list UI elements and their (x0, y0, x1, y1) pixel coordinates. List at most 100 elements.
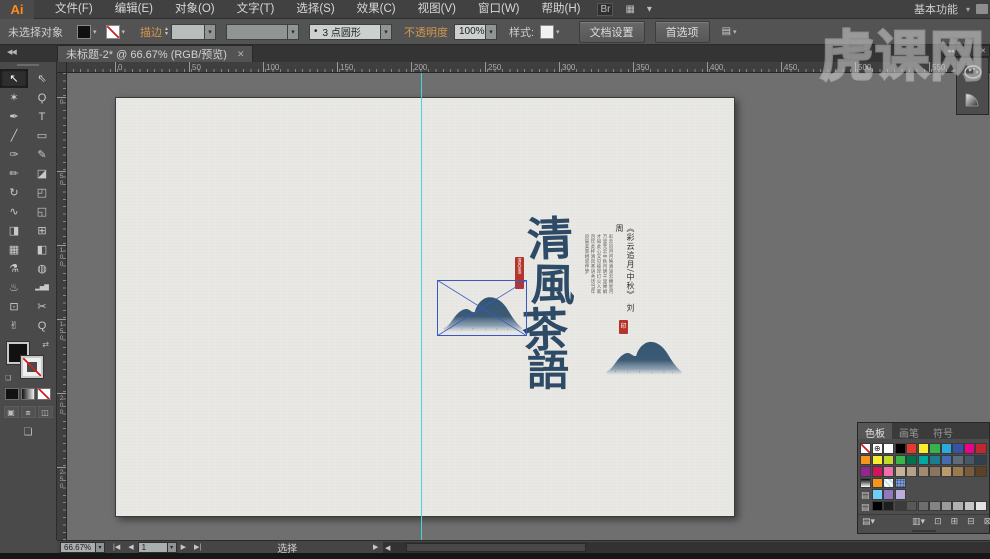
scroll-left-icon[interactable]: ◀ (385, 544, 390, 552)
fill-caret-icon[interactable]: ▾ (93, 28, 97, 36)
swatch-5-4[interactable] (906, 500, 918, 511)
stroke-color-swatch[interactable] (105, 24, 120, 39)
rectangle-tool[interactable]: ▭ (28, 126, 56, 145)
swatch-1-2[interactable] (883, 454, 895, 465)
screen-mode-button[interactable]: ❏ (18, 426, 38, 439)
menu-item-3[interactable]: 文字(T) (226, 0, 286, 19)
paintbrush-tool[interactable]: ✑ (0, 145, 28, 164)
author-seal-stamp[interactable]: 印 (619, 320, 628, 334)
swatch-kinds-icon[interactable]: ▥▾ (912, 516, 925, 527)
swatch-1-10[interactable] (975, 454, 987, 465)
opacity-input[interactable]: 100% (453, 23, 486, 40)
swatch-2-8[interactable] (952, 466, 964, 477)
prev-artboard-icon[interactable]: ◀ (128, 543, 133, 551)
swatch-0-3[interactable] (894, 443, 906, 454)
zoom-caret-icon[interactable]: ▾ (96, 541, 105, 553)
horizontal-scrollbar[interactable]: ◀ (383, 542, 990, 553)
menu-item-7[interactable]: 窗口(W) (467, 0, 531, 19)
fill-color-swatch[interactable] (77, 24, 91, 39)
arrange-caret-icon[interactable]: ▾ (647, 4, 652, 15)
gradient-tool[interactable]: ◧ (28, 240, 56, 259)
gradient-button[interactable] (21, 388, 35, 400)
toolbar-collapse-icon[interactable]: ◀◀ (7, 48, 17, 56)
drawing-mode-0[interactable]: ▣ (3, 406, 19, 418)
swatch-2-9[interactable] (963, 466, 976, 477)
free-transform-tool[interactable]: ◱ (28, 202, 56, 221)
swatch-2-4[interactable] (906, 466, 918, 477)
close-icon[interactable]: ✕ (237, 49, 245, 60)
rotate-tool[interactable]: ↻ (0, 183, 28, 202)
color-button[interactable] (5, 388, 19, 400)
swatch-2-7[interactable] (940, 466, 953, 477)
gradient-panel-icon[interactable] (960, 88, 986, 112)
shape-builder-tool[interactable]: ◨ (0, 221, 28, 240)
swatch-0-4[interactable] (906, 443, 918, 454)
column-graph-tool[interactable]: ▂▅▇ (28, 278, 56, 297)
swatch-1-4[interactable] (906, 454, 918, 465)
panel-grip[interactable] (17, 64, 39, 66)
stroke-width-caret-icon[interactable]: ▾ (204, 23, 216, 40)
document-tab[interactable]: 未标题-2* @ 66.67% (RGB/预览) ✕ (57, 45, 254, 62)
swatch-0-7[interactable] (940, 443, 953, 454)
opacity-link[interactable]: 不透明度 (404, 24, 448, 40)
opacity-caret-icon[interactable]: ▾ (485, 23, 497, 40)
swatch-5-6[interactable] (929, 500, 941, 511)
default-fill-stroke-icon[interactable]: ❏ (5, 374, 11, 382)
panel-tab-符号[interactable]: 符号 (926, 423, 960, 440)
swatch-1-1[interactable] (871, 454, 883, 465)
slice-tool[interactable]: ✂ (28, 297, 56, 316)
delete-swatch-icon[interactable]: ⊠ (984, 516, 990, 527)
panel-tab-画笔[interactable]: 画笔 (892, 423, 926, 440)
type-tool[interactable]: T (28, 107, 56, 126)
stroke-caret-icon[interactable]: ▾ (122, 28, 126, 36)
mesh-tool[interactable]: ▦ (0, 240, 28, 259)
eraser-tool[interactable]: ◪ (28, 164, 56, 183)
line-segment-tool[interactable]: ╱ (0, 126, 28, 145)
new-color-group-icon[interactable]: ⊞ (951, 516, 959, 527)
hand-tool[interactable]: ✌ (0, 316, 28, 335)
menu-item-1[interactable]: 编辑(E) (104, 0, 164, 19)
swatch-2-10[interactable] (975, 466, 987, 477)
swatch-4-1[interactable] (871, 489, 883, 500)
color-group-folder-icon[interactable]: ▤ (860, 501, 871, 512)
status-expand-icon[interactable]: ▶ (373, 543, 378, 551)
swatch-2-2[interactable] (883, 466, 895, 477)
menu-item-2[interactable]: 对象(O) (164, 0, 226, 19)
swatch-1-9[interactable] (963, 454, 976, 465)
swatch-2-3[interactable] (894, 466, 906, 477)
pencil-tool[interactable]: ✎ (28, 145, 56, 164)
swap-fill-stroke-icon[interactable]: ⇄ (42, 340, 49, 349)
zoom-level-value[interactable]: 66.67% (60, 541, 96, 553)
swatch-5-7[interactable] (940, 500, 953, 511)
swatch-pattern-texture[interactable] (894, 477, 906, 488)
pen-tool[interactable]: ✒ (0, 107, 28, 126)
blob-brush-tool[interactable]: ✏ (0, 164, 28, 183)
swatch-4-3[interactable] (894, 489, 906, 500)
last-artboard-icon[interactable]: ▶| (194, 543, 201, 551)
swatch-1-7[interactable] (940, 454, 953, 465)
swatch-2-0[interactable] (860, 466, 872, 477)
poem-body-text[interactable]: 彩云追月月映清波云拥星河 万里无云中秋月明千里婵娟 才知此心又见彼岸灯火人家 且饮此杯… (584, 234, 614, 300)
style-swatch[interactable] (540, 24, 555, 39)
stroke-proxy-swatch[interactable] (21, 356, 43, 378)
color-group-folder-icon[interactable]: ▤ (860, 489, 871, 500)
swatch-5-5[interactable] (917, 500, 929, 511)
swatch-0-8[interactable] (952, 443, 964, 454)
swatch-5-1[interactable] (871, 500, 883, 511)
swatch-registration[interactable]: ⊕ (871, 443, 883, 454)
profile-caret-icon[interactable]: ▾ (287, 23, 299, 40)
swatch-1-6[interactable] (929, 454, 941, 465)
swatch-0-5[interactable] (917, 443, 929, 454)
swatch-0-6[interactable] (929, 443, 941, 454)
brush-caret-icon[interactable]: ▾ (380, 23, 392, 40)
swatch-2-5[interactable] (917, 466, 929, 477)
next-artboard-icon[interactable]: ▶ (181, 543, 186, 551)
swatch-4-2[interactable] (883, 489, 895, 500)
direct-selection-tool[interactable]: ⇖ (28, 69, 56, 88)
variable-width-profile[interactable] (225, 23, 288, 40)
document-setup-button[interactable]: 文档设置 (578, 20, 645, 43)
swatch-5-3[interactable] (894, 500, 906, 511)
swatch-1-5[interactable] (917, 454, 929, 465)
drawing-mode-1[interactable]: ⧈ (20, 406, 36, 418)
swatch-libraries-icon[interactable]: ▤▾ (862, 516, 875, 527)
